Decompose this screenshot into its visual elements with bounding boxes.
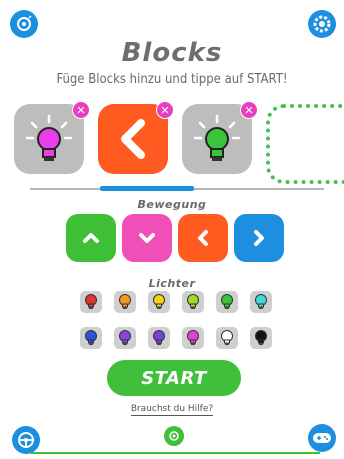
remove-block-2-button[interactable]: ✕	[156, 101, 174, 119]
bottom-divider	[30, 452, 320, 454]
lightbulb-icon	[153, 330, 165, 345]
lightbulb-icon	[187, 294, 199, 309]
lightbulb-icon	[26, 114, 72, 161]
move-right-button[interactable]	[234, 214, 284, 262]
help-link-label: Brauchst du Hilfe?	[130, 404, 214, 416]
light-color-button[interactable]	[114, 327, 136, 349]
sequence-scroll-thumb[interactable]	[100, 186, 194, 191]
move-down-button[interactable]	[122, 214, 172, 262]
gamepad-icon	[313, 433, 331, 443]
close-icon: ✕	[76, 103, 86, 117]
help-link[interactable]: Brauchst du Hilfe?	[0, 404, 344, 416]
chevron-up-icon	[83, 233, 99, 243]
bluetooth-robot-icon	[17, 15, 32, 31]
light-color-button[interactable]	[148, 327, 170, 349]
remove-block-3-button[interactable]: ✕	[240, 101, 258, 119]
page-title: Blocks	[121, 38, 223, 68]
light-color-button[interactable]	[216, 327, 238, 349]
remove-block-1-button[interactable]: ✕	[72, 101, 90, 119]
light-color-button[interactable]	[80, 327, 102, 349]
move-up-button[interactable]	[66, 214, 116, 262]
close-icon: ✕	[244, 103, 254, 117]
center-mode-button[interactable]	[164, 426, 184, 446]
lightbulb-icon	[119, 294, 131, 309]
light-color-button[interactable]	[114, 291, 136, 313]
drive-mode-button[interactable]	[12, 426, 40, 454]
lightbulb-icon	[221, 330, 233, 345]
chevron-left-icon	[121, 119, 145, 159]
light-color-button[interactable]	[250, 327, 272, 349]
close-icon: ✕	[160, 103, 170, 117]
page-subtitle: Füge Blocks hinzu und tippe auf START!	[56, 72, 288, 87]
settings-button[interactable]	[308, 10, 336, 38]
light-color-button[interactable]	[250, 291, 272, 313]
light-color-button[interactable]	[182, 327, 204, 349]
light-color-button[interactable]	[182, 291, 204, 313]
start-button[interactable]: START	[107, 360, 241, 396]
lightbulb-icon	[187, 330, 199, 345]
crosshair-icon	[169, 431, 179, 441]
gear-icon	[313, 15, 331, 33]
chevron-down-icon	[139, 233, 155, 243]
gamepad-mode-button[interactable]	[308, 424, 336, 452]
lightbulb-icon	[194, 114, 240, 161]
chevron-right-icon	[254, 230, 264, 246]
light-color-button[interactable]	[80, 291, 102, 313]
steering-wheel-icon	[18, 432, 34, 448]
lightbulb-icon	[153, 294, 165, 309]
robot-connect-button[interactable]	[10, 10, 38, 38]
lightbulb-icon	[85, 294, 97, 309]
lightbulb-icon	[221, 294, 233, 309]
lightbulb-icon	[119, 330, 131, 345]
light-color-button[interactable]	[216, 291, 238, 313]
light-color-button[interactable]	[148, 291, 170, 313]
move-left-button[interactable]	[178, 214, 228, 262]
lightbulb-icon	[255, 294, 267, 309]
movement-section-title: Bewegung	[137, 198, 207, 211]
chevron-left-icon	[198, 230, 208, 246]
empty-block-slot[interactable]	[266, 104, 344, 184]
lights-section-title: Lichter	[148, 277, 196, 290]
lightbulb-icon	[255, 330, 267, 345]
lightbulb-icon	[85, 330, 97, 345]
